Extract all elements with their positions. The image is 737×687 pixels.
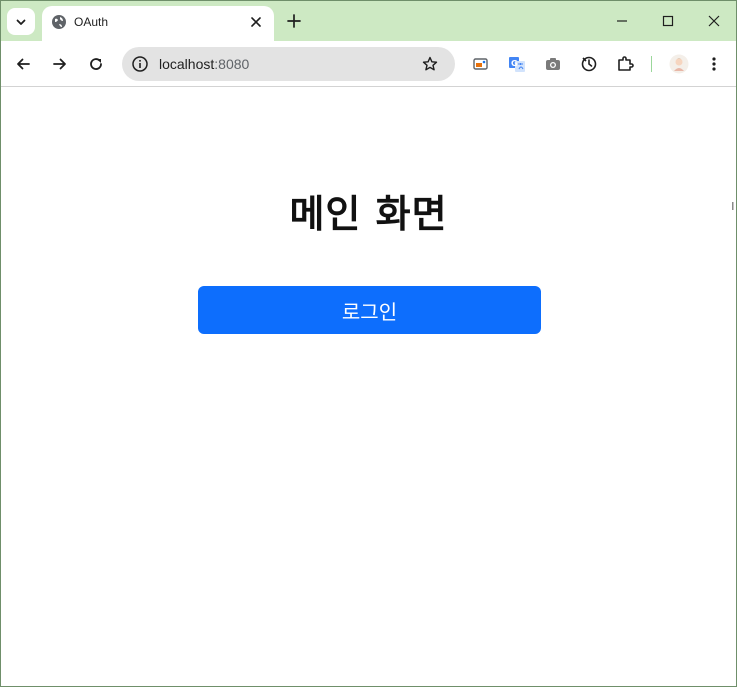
login-button[interactable]: 로그인	[198, 286, 541, 334]
forward-arrow-icon[interactable]	[51, 55, 69, 73]
new-tab-icon[interactable]	[285, 12, 303, 30]
url-port: :8080	[214, 56, 250, 72]
svg-text:G: G	[511, 59, 518, 68]
tab-active[interactable]: OAuth	[42, 6, 274, 41]
minimize-icon[interactable]	[613, 12, 631, 30]
bookmark-star-icon[interactable]	[421, 55, 439, 73]
more-menu-icon[interactable]	[705, 55, 723, 73]
page-title: 메인 화면	[289, 192, 448, 236]
browser-toolbar: localhost:8080 G	[1, 41, 736, 87]
maximize-icon[interactable]	[659, 12, 677, 30]
camera-icon[interactable]	[544, 55, 562, 73]
url-host: localhost	[159, 56, 215, 72]
tab-title: OAuth	[74, 15, 109, 29]
profile-avatar-icon[interactable]	[669, 54, 689, 74]
google-translate-icon[interactable]: G	[508, 55, 526, 73]
browser-window: OAuth localhost:8080 G 메인 화면 로그인	[0, 0, 737, 687]
scrollbar-hint	[732, 202, 734, 210]
extensions-puzzle-icon[interactable]	[616, 55, 634, 73]
extension-gallery-icon[interactable]	[472, 55, 490, 73]
tab-strip: OAuth	[1, 1, 736, 41]
address-bar[interactable]: localhost:8080	[122, 47, 455, 81]
back-arrow-icon[interactable]	[14, 55, 32, 73]
toolbar-separator	[651, 56, 652, 72]
globe-icon	[52, 15, 66, 29]
site-info-icon[interactable]	[131, 55, 149, 73]
page-content: 메인 화면 로그인	[1, 88, 736, 686]
reload-icon[interactable]	[87, 55, 105, 73]
url-text[interactable]: localhost:8080	[159, 56, 249, 72]
tab-close-icon[interactable]	[248, 14, 264, 30]
window-close-icon[interactable]	[705, 12, 723, 30]
sync-clock-icon[interactable]	[580, 55, 598, 73]
tab-search-button[interactable]	[7, 8, 35, 35]
chevron-down-icon	[16, 19, 26, 25]
